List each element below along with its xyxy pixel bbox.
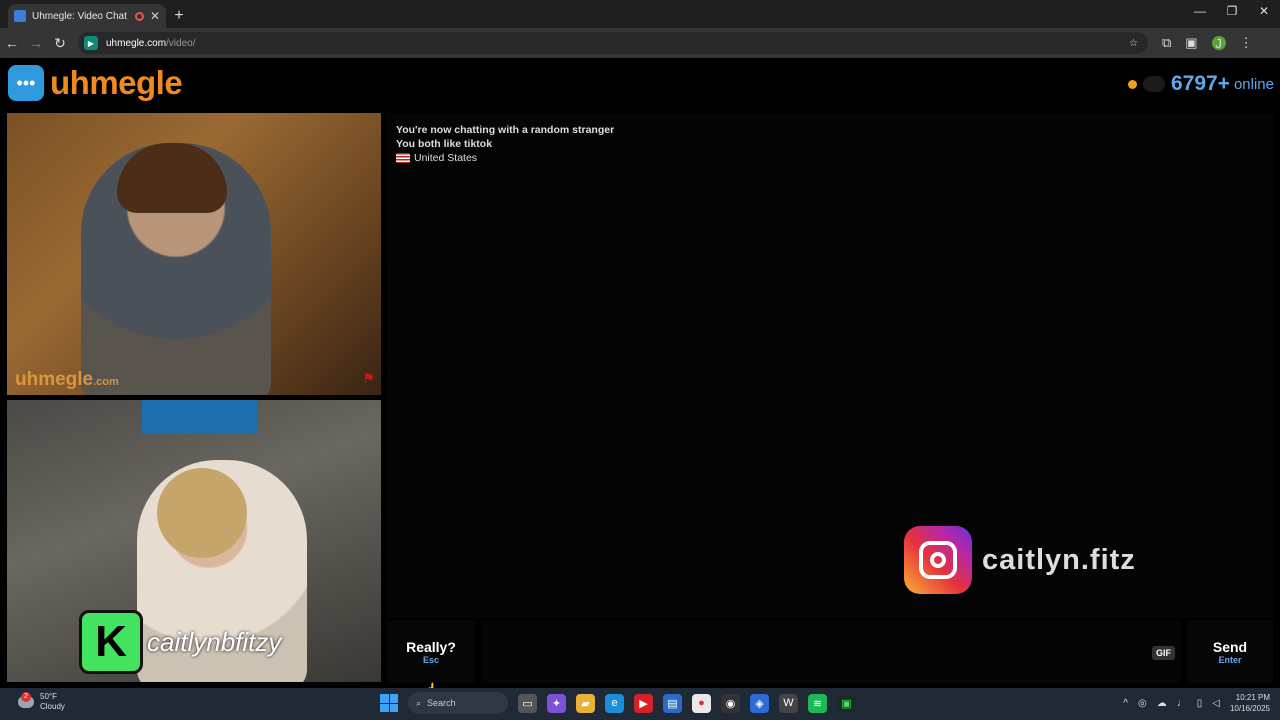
file-explorer-icon[interactable]: ▰: [576, 693, 595, 713]
us-flag-icon: [396, 153, 410, 163]
new-tab-button[interactable]: +: [166, 4, 192, 28]
online-counter: 6797+ online: [1127, 72, 1274, 96]
background-monitor: [142, 400, 257, 434]
url-host: uhmegle.com: [106, 37, 167, 49]
online-count: 6797+: [1170, 72, 1230, 95]
logo-text: uhmegle: [50, 64, 183, 101]
app-icon[interactable]: ◈: [750, 693, 769, 713]
status-dot-icon: [1127, 79, 1137, 89]
media-app-icon[interactable]: ▶: [634, 693, 653, 713]
system-tray: ^ ◎ ☁ ♩ ▯ ◁ 10:21 PM 10/16/2025: [1123, 692, 1270, 714]
address-bar[interactable]: ▶ uhmegle.com/video/ ☆: [78, 32, 1148, 54]
taskbar-apps: ⌕ Search ▭ ✦ ▰ e ▶ ▤ ● ◉ ◈ W ≋ ▣: [380, 692, 856, 714]
network-icon[interactable]: ▯: [1197, 698, 1203, 709]
spotify-icon[interactable]: ≋: [808, 693, 827, 713]
obs-icon[interactable]: ◉: [721, 693, 740, 713]
search-icon: ⌕: [416, 697, 422, 708]
restore-icon[interactable]: ❐: [1216, 4, 1248, 18]
window-controls: — ❐ ✕: [1184, 4, 1280, 18]
stranger-video: uhmegle.com ⚑: [7, 113, 381, 395]
send-hint: Enter: [1218, 655, 1242, 665]
profile-avatar[interactable]: J: [1211, 36, 1226, 51]
forward-icon[interactable]: →: [24, 35, 48, 51]
notification-badge: 2: [21, 692, 31, 702]
browser-tab[interactable]: Uhmegle: Video Chat | Omegle Alternative…: [8, 4, 166, 28]
close-window-icon[interactable]: ✕: [1248, 4, 1280, 18]
send-button[interactable]: Send Enter: [1187, 621, 1273, 683]
message-input[interactable]: GIF: [481, 621, 1181, 683]
search-placeholder: Search: [427, 698, 456, 708]
send-label: Send: [1212, 639, 1248, 655]
theme-toggle[interactable]: [1142, 76, 1165, 92]
country-name: United States: [414, 152, 478, 164]
instagram-icon: [904, 526, 972, 594]
minimize-icon[interactable]: —: [1184, 4, 1216, 18]
weather-widget[interactable]: 2 50°F Cloudy: [18, 692, 65, 712]
store-icon[interactable]: ▤: [663, 693, 682, 713]
edge-browser-icon[interactable]: e: [605, 693, 624, 713]
kick-logo-icon: K: [79, 610, 143, 674]
stranger-country: United States: [396, 151, 1264, 165]
recording-indicator-icon: [134, 11, 144, 21]
app-green-icon[interactable]: ▣: [837, 693, 856, 713]
volume-icon[interactable]: ◁: [1212, 698, 1220, 709]
chat-log-panel: You're now chatting with a random strang…: [387, 113, 1273, 618]
site-favicon-icon: [14, 10, 26, 22]
site-info-icon[interactable]: ▶: [84, 36, 98, 50]
time: 10:21 PM: [1235, 693, 1270, 702]
back-icon[interactable]: ←: [0, 35, 24, 51]
date: 10/16/2025: [1229, 704, 1270, 713]
chat-bubble-icon: •••: [8, 65, 44, 101]
chrome-icon[interactable]: ●: [692, 693, 711, 713]
system-message: You both like tiktok: [396, 138, 493, 150]
kick-handle: caitlynbfitzy: [147, 626, 282, 657]
page-content: ••• uhmegle 6797+ online uhmegle.com ⚑ K…: [0, 58, 1280, 698]
skip-label: Really?: [406, 639, 456, 655]
weather-condition: Cloudy: [40, 702, 65, 711]
close-tab-icon[interactable]: ✕: [150, 9, 160, 23]
video-watermark: uhmegle.com: [15, 369, 119, 391]
temperature: 50°F: [40, 692, 57, 701]
skip-button[interactable]: Really? Esc: [387, 621, 475, 683]
extensions-icon[interactable]: ⧉: [1162, 35, 1171, 51]
kick-overlay: K caitlynbfitzy: [79, 610, 281, 674]
watermark-suffix: .com: [93, 376, 119, 388]
taskbar-search[interactable]: ⌕ Search: [408, 692, 508, 714]
tab-title: Uhmegle: Video Chat | Omegle Alternative: [32, 10, 129, 22]
reload-icon[interactable]: ↻: [48, 35, 72, 52]
bookmark-star-icon[interactable]: ☆: [1129, 38, 1138, 49]
microphone-icon[interactable]: ♩: [1177, 698, 1187, 709]
copilot-icon[interactable]: ✦: [547, 693, 566, 713]
menu-kebab-icon[interactable]: ⋮: [1240, 35, 1253, 51]
instagram-overlay: caitlyn.fitz: [904, 526, 1136, 594]
side-panel-icon[interactable]: ▣: [1185, 35, 1197, 51]
self-video: K caitlynbfitzy: [7, 400, 381, 682]
gif-button[interactable]: GIF: [1152, 646, 1175, 660]
app-w-icon[interactable]: W: [779, 693, 798, 713]
cloud-icon[interactable]: ☁: [1157, 698, 1167, 709]
tray-app-icon[interactable]: ◎: [1138, 698, 1147, 709]
windows-start-icon[interactable]: [380, 694, 398, 712]
online-label: online: [1233, 75, 1274, 93]
url-path: /video/: [166, 37, 196, 49]
watermark-text: uhmegle: [15, 369, 94, 390]
instagram-handle: caitlyn.fitz: [982, 543, 1136, 576]
report-flag-icon[interactable]: ⚑: [362, 370, 375, 387]
site-logo[interactable]: ••• uhmegle: [8, 64, 183, 102]
browser-toolbar: ← → ↻ ▶ uhmegle.com/video/ ☆ ⧉ ▣ J ⋮: [0, 28, 1280, 58]
skip-hint: Esc: [422, 655, 439, 665]
windows-taskbar: 2 50°F Cloudy ⌕ Search ▭ ✦ ▰ e ▶ ▤ ● ◉ ◈…: [0, 688, 1280, 720]
chat-controls: Really? Esc GIF Send Enter: [387, 621, 1273, 683]
browser-tab-bar: Uhmegle: Video Chat | Omegle Alternative…: [0, 0, 1280, 28]
task-view-icon[interactable]: ▭: [518, 693, 537, 713]
clock[interactable]: 10:21 PM 10/16/2025: [1230, 692, 1270, 714]
self-hair: [157, 468, 247, 558]
system-message: You're now chatting with a random strang…: [396, 124, 615, 136]
chevron-up-icon[interactable]: ^: [1123, 698, 1128, 709]
